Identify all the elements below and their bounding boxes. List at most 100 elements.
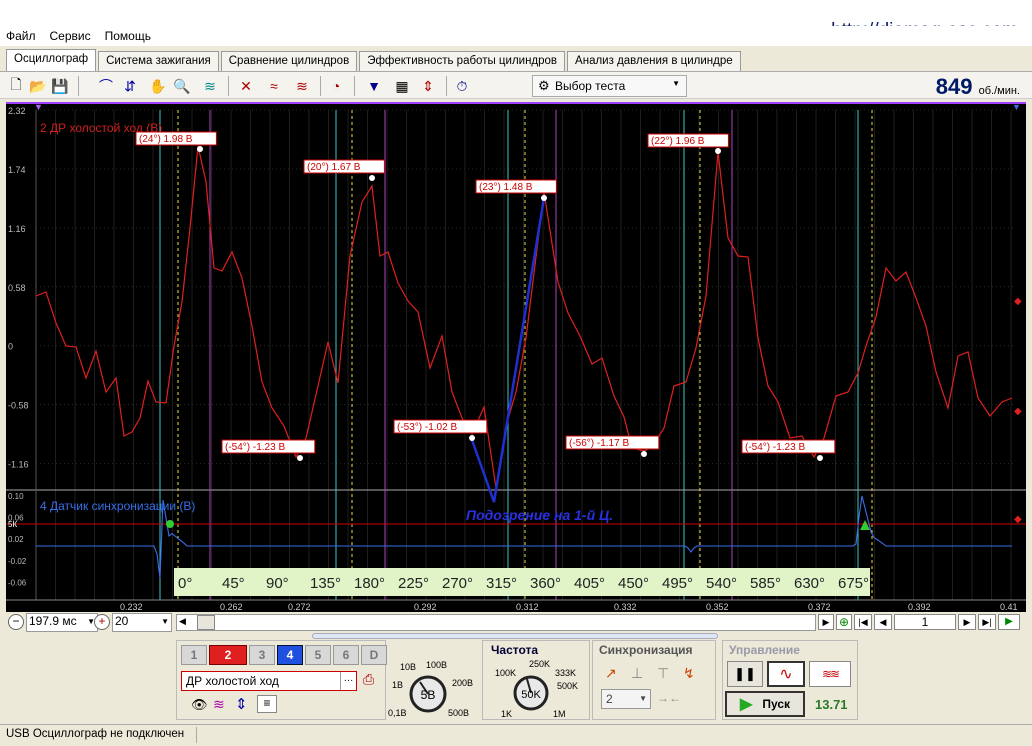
zoom-in-icon[interactable]: +: [94, 614, 110, 630]
line-style-icon[interactable]: ≡: [257, 695, 277, 713]
vertical-move-icon[interactable]: ⇕: [235, 695, 248, 713]
channel-button-3[interactable]: 3: [249, 645, 275, 665]
y-tick-label: 1.16: [8, 224, 26, 234]
cursor-arc-icon[interactable]: ⌒: [96, 76, 116, 96]
zoom-out-icon[interactable]: −: [8, 614, 24, 630]
new-file-icon[interactable]: 🗋: [6, 76, 26, 96]
sync-down-icon[interactable]: ⊤: [657, 665, 669, 682]
auto-scale-icon[interactable]: ≋: [200, 76, 220, 96]
table-icon[interactable]: ▦: [392, 76, 412, 96]
channel-name-field[interactable]: ДР холостой ход …: [181, 671, 357, 691]
annotation-point: [541, 195, 547, 201]
annotation-label: (-54°) -1.23 В: [225, 442, 285, 453]
panel-splitter[interactable]: [312, 633, 718, 639]
eye-icon[interactable]: 👁: [191, 697, 208, 713]
voltage-label-100v: 100В: [426, 660, 447, 670]
y-tick-label: -0.58: [8, 401, 29, 411]
cursor-measure-icon[interactable]: ⇵: [120, 76, 140, 96]
add-page-icon[interactable]: ⊕: [836, 614, 852, 630]
time-value: 197.9 мс: [29, 614, 77, 628]
sync-threshold-label: 5К: [8, 520, 17, 529]
annotation-point: [297, 455, 303, 461]
annotation-point: [369, 175, 375, 181]
sync-auto-icon[interactable]: ↯: [683, 665, 695, 682]
scope-footer: − 197.9 мс ▼ + 20 ▼ ◀ ▶ ⊕ |◀ ◀ 1 ▶ ▶| ▶: [6, 612, 1026, 634]
voltage-knob[interactable]: 5В 10В 100В 200В 1В 500В 0,1В: [388, 640, 480, 720]
menu-file[interactable]: Файл: [6, 29, 36, 43]
split-icon[interactable]: ⇕: [418, 76, 438, 96]
right-marker-icon: ◆: [1014, 514, 1022, 525]
trace-stack-icon[interactable]: ≋: [292, 76, 312, 96]
single-mode-button[interactable]: ∿: [767, 661, 805, 687]
tab-oscilloscope[interactable]: Осциллограф: [6, 49, 97, 71]
time-tick-label: 0.292: [414, 602, 437, 612]
degree-label: 585°: [750, 575, 781, 592]
degree-label: 360°: [530, 575, 561, 592]
annotation-label: (23°) 1.48 В: [479, 182, 533, 193]
tab-ignition[interactable]: Система зажигания: [98, 51, 219, 71]
annotation-label: (22°) 1.96 В: [651, 136, 705, 147]
tab-cylinder-efficiency[interactable]: Эффективность работы цилиндров: [359, 51, 566, 71]
scroll-thumb[interactable]: [197, 615, 215, 630]
hand-icon[interactable]: ✋: [148, 76, 168, 96]
auto-timer-icon[interactable]: ⏱: [452, 76, 472, 96]
more-icon[interactable]: …: [340, 672, 356, 690]
tab-cylinder-compare[interactable]: Сравнение цилиндров: [220, 51, 358, 71]
sync-rising-icon[interactable]: ↗: [605, 665, 617, 682]
frequency-knob[interactable]: 50K 250K 100K 333K 500K 1M 1K: [483, 641, 591, 721]
y2-tick-label: -0.02: [8, 557, 27, 566]
test-select-label: Выбор теста: [555, 79, 626, 93]
zoom-select[interactable]: 20 ▼: [112, 613, 172, 632]
channel-button-4[interactable]: 4: [277, 645, 303, 665]
prev-page-icon[interactable]: ◀: [874, 614, 892, 630]
degree-label: 270°: [442, 575, 473, 592]
page-number[interactable]: 1: [894, 614, 956, 630]
channel-button-D[interactable]: D: [361, 645, 387, 665]
next-page-icon[interactable]: ▶: [958, 614, 976, 630]
test-select[interactable]: ⚙ Выбор теста ▼: [532, 75, 687, 97]
status-bar: USB Осциллограф не подключен: [0, 724, 1032, 746]
time-tick-label: 0.352: [706, 602, 729, 612]
sync-up-icon[interactable]: ⊥: [631, 665, 643, 682]
channel-button-2[interactable]: 2: [209, 645, 247, 665]
channel-name-value: ДР холостой ход: [186, 674, 279, 688]
multi-mode-button[interactable]: ≋≋: [809, 661, 851, 687]
start-button[interactable]: ▶ Пуск: [725, 691, 805, 717]
open-folder-icon[interactable]: 📂: [28, 76, 48, 96]
last-page-icon[interactable]: ▶|: [978, 614, 996, 630]
filter-icon[interactable]: ▼: [364, 76, 384, 96]
channel-button-6[interactable]: 6: [333, 645, 359, 665]
gear-icon: ⚙: [538, 78, 550, 93]
play-icon[interactable]: ▶: [998, 614, 1020, 630]
degree-label: 495°: [662, 575, 693, 592]
oscilloscope-screen[interactable]: 2.32 1.74 1.16 0.58 0 -0.58 -1.16 2 ДР холостой…: [6, 102, 1026, 612]
time-select[interactable]: 197.9 мс ▼: [26, 613, 98, 632]
scroll-right-icon[interactable]: ▶: [818, 614, 834, 630]
oscilloscope-svg[interactable]: 2.321.741.160.580-0.58-1.162 ДР холостой…: [6, 102, 1026, 612]
first-page-icon[interactable]: |◀: [854, 614, 872, 630]
auto-trigger-icon[interactable]: ◔: [326, 76, 346, 96]
voltage-label-01v: 0,1В: [388, 708, 407, 718]
menu-service[interactable]: Сервис: [50, 29, 91, 43]
scroll-left-icon[interactable]: ◀: [179, 616, 186, 627]
frequency-group: Частота 50K 250K 100K 333K 500K 1M 1K: [482, 640, 590, 720]
channel-button-1[interactable]: 1: [181, 645, 207, 665]
rpm-display: 849 об./мин.: [936, 74, 1020, 100]
channel-button-5[interactable]: 5: [305, 645, 331, 665]
tab-pressure-analysis[interactable]: Анализ давления в цилиндре: [567, 51, 741, 71]
voltage-label-200v: 200В: [452, 678, 473, 688]
pause-button[interactable]: ❚❚: [727, 661, 763, 687]
zoom-icon[interactable]: 🔍: [172, 76, 192, 96]
frequency-center: 50K: [521, 689, 541, 701]
trace-compress-icon[interactable]: ✕: [236, 76, 256, 96]
horizontal-scrollbar[interactable]: ◀: [176, 614, 816, 631]
trace-overlay-icon[interactable]: ≈: [264, 76, 284, 96]
sync-channel-select[interactable]: 2 ▼: [601, 689, 651, 709]
menu-bar: Файл Сервис Помощь: [0, 26, 1032, 46]
save-icon[interactable]: 💾: [50, 76, 70, 96]
waveform-filter-icon[interactable]: ≋: [213, 696, 225, 713]
channel-config-icon[interactable]: ⎙: [363, 671, 374, 688]
sync-swap-icon[interactable]: →←: [657, 691, 681, 705]
menu-help[interactable]: Помощь: [105, 29, 151, 43]
time-tick-label: 0.41: [1000, 602, 1018, 612]
